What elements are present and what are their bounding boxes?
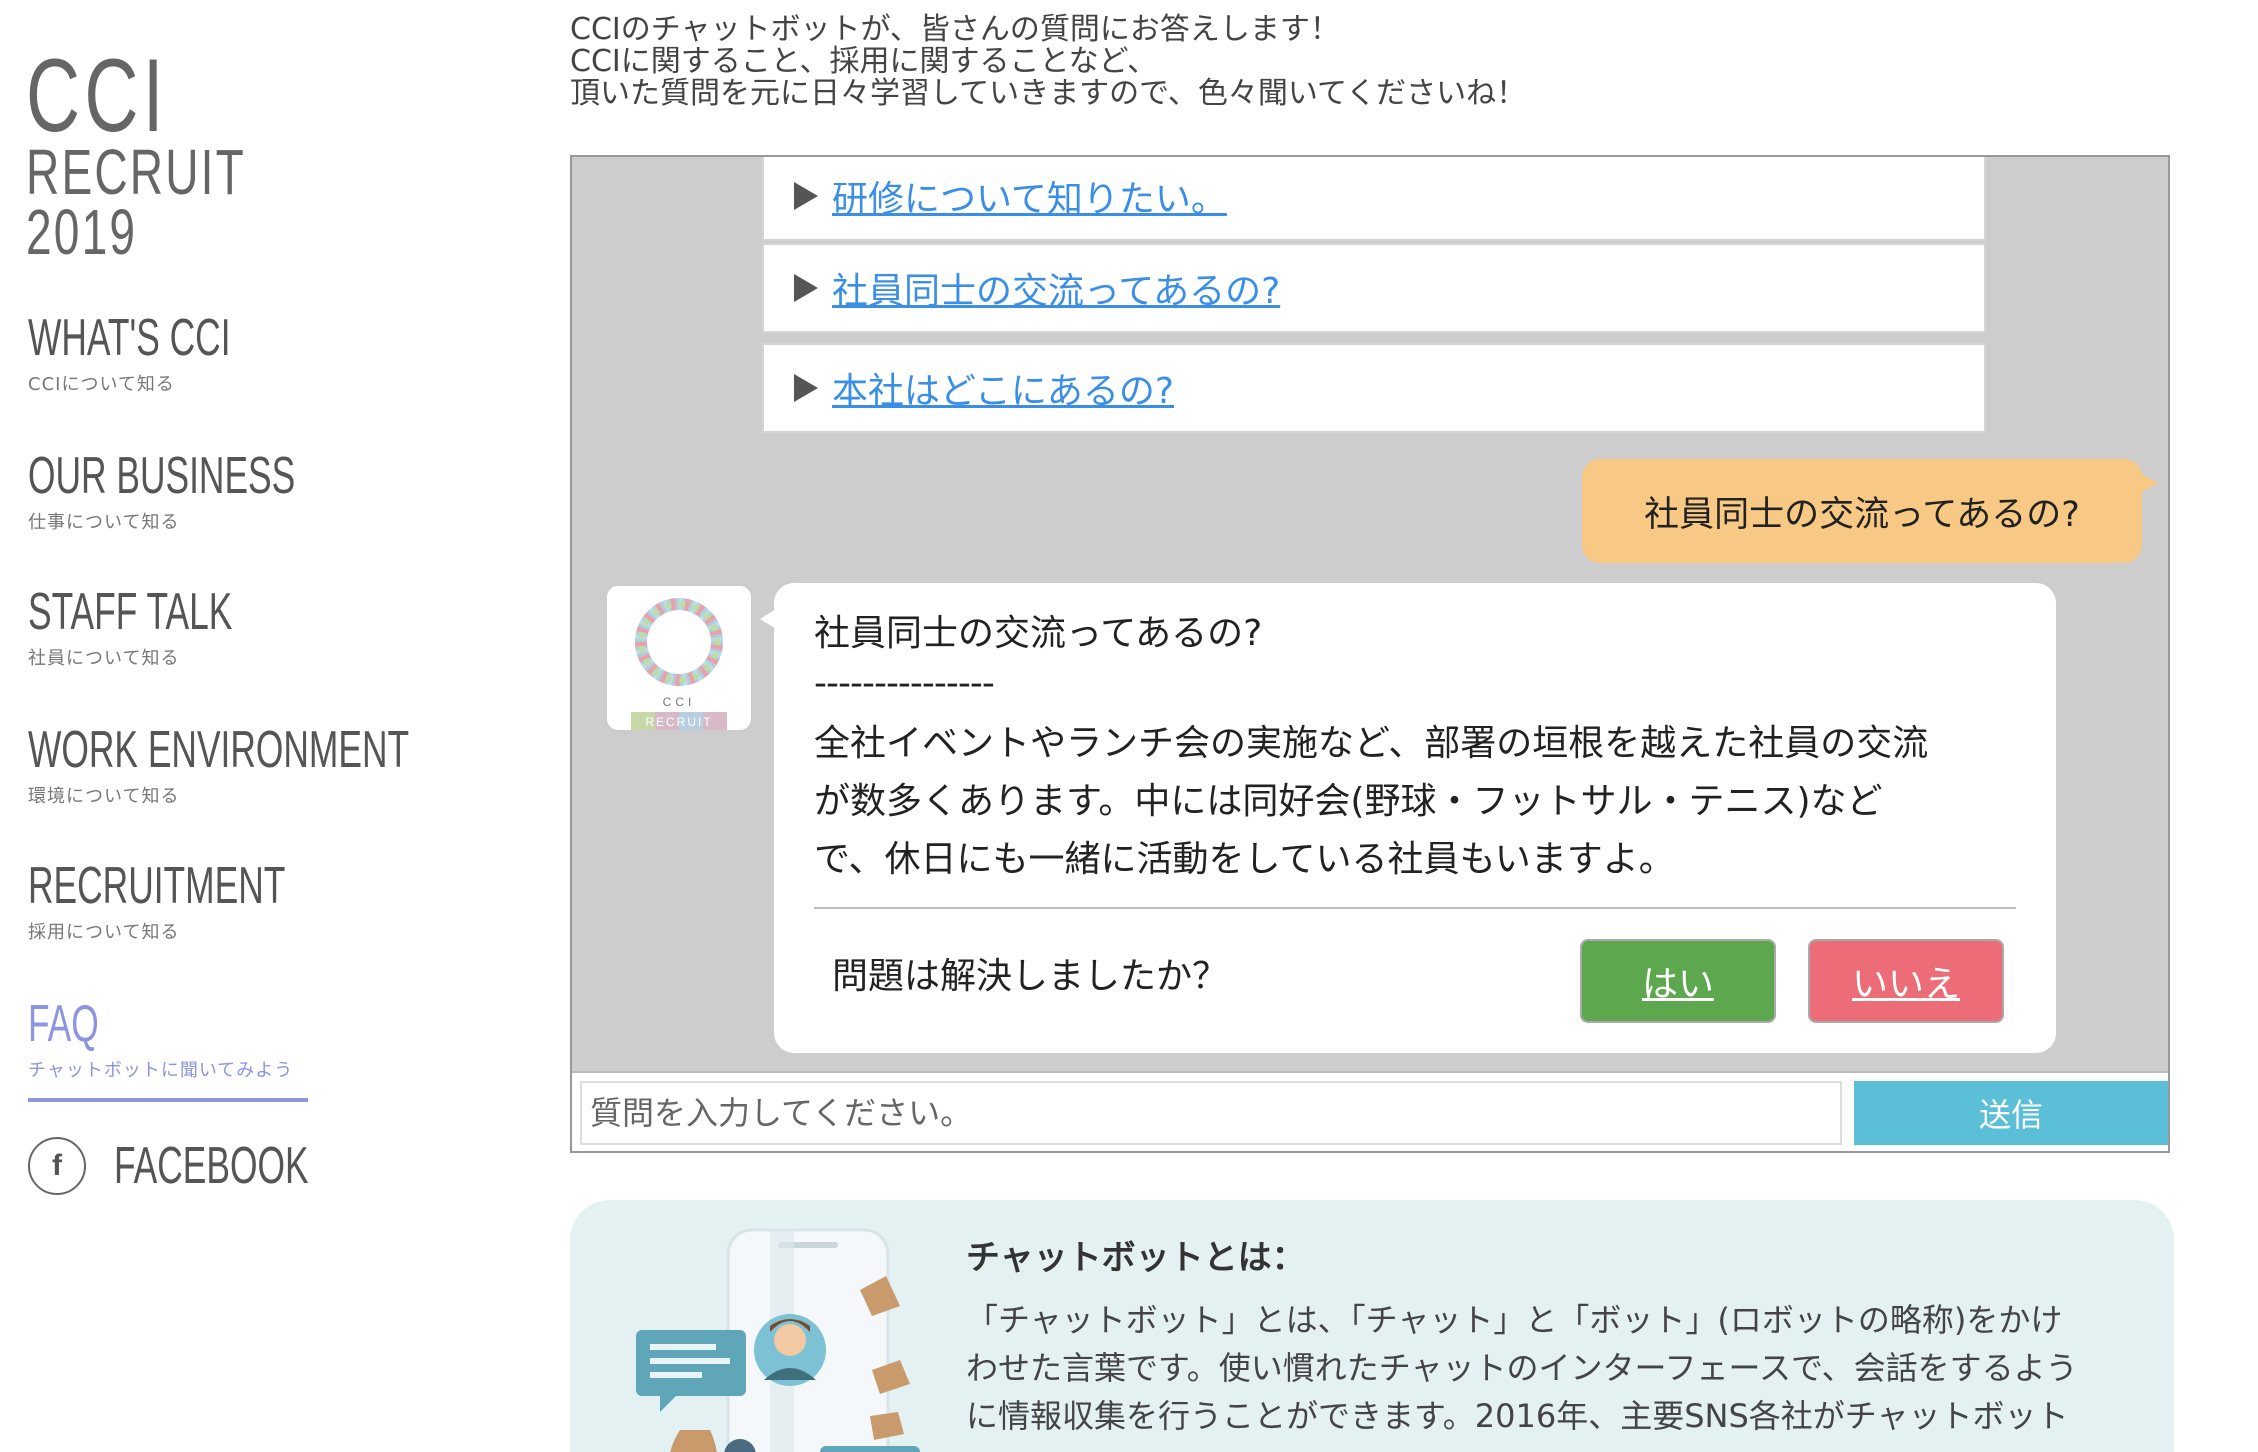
bot-separator: --------------- (814, 663, 995, 704)
facebook-icon: f (28, 1137, 86, 1195)
nav-subtitle: 環境について知る (28, 786, 180, 807)
bot-message-bubble: 社員同士の交流ってあるの? --------------- 全社イベントやランチ… (760, 583, 2056, 1053)
info-body: 「チャットボット」とは、「チャット」と「ボット」(ロボットの略称)をかけ わせた… (966, 1296, 2116, 1440)
user-message-bubble: 社員同士の交流ってあるの? (1582, 459, 2158, 563)
nav-item-work-environment[interactable]: WORK ENVIRONMENT 環境について知る (28, 722, 588, 808)
nav-item-whats-cci[interactable]: WHAT'S CCI CCIについて知る (28, 310, 326, 396)
bot-answer-line: 全社イベントやランチ会の実施など、部署の垣根を越えた社員の交流 (814, 723, 1929, 764)
nav-item-staff-talk[interactable]: STAFF TALK 社員について知る (28, 584, 329, 670)
nav-title: RECRUITMENT (28, 857, 286, 915)
yes-button[interactable]: はい (1580, 939, 1776, 1023)
nav-title: FAQ (28, 995, 99, 1053)
avatar-brand-text: CCI (663, 695, 696, 709)
bot-answer: 全社イベントやランチ会の実施など、部署の垣根を越えた社員の交流 が数多くあります… (814, 715, 2016, 889)
intro-line: 頂いた質問を元に日々学習していきますので、色々聞いてくださいね！ (570, 76, 1527, 111)
bubble-divider (814, 907, 2016, 909)
no-button[interactable]: いいえ (1808, 939, 2004, 1023)
triangle-right-icon (794, 274, 818, 302)
intro-line: CCIに関すること、採用に関することなど、 (570, 44, 1158, 79)
info-body-line: に情報収集を行うことができます。2016年、主要SNS各社がチャットボット (966, 1397, 2069, 1435)
question-input[interactable] (580, 1081, 1842, 1145)
nav-title: OUR BUSINESS (28, 447, 296, 505)
nav-subtitle: CCIについて知る (28, 374, 175, 395)
bot-answer-line: で、休日にも一緒に活動をしている社員もいますよ。 (814, 839, 1675, 880)
chat-window[interactable]: 研修について知りたい。 社員同士の交流ってあるの? 本社はどこにあるの? 社員同… (570, 155, 2170, 1153)
facebook-link[interactable]: f FACEBOOK (28, 1136, 400, 1196)
nav-item-recruitment[interactable]: RECRUITMENT 採用について知る (28, 858, 406, 944)
suggestion-link[interactable]: 社員同士の交流ってあるの? (832, 262, 1280, 314)
suggestion-training[interactable]: 研修について知りたい。 (762, 157, 1986, 241)
bot-echo-question: 社員同士の交流ってあるの? (814, 613, 1263, 654)
suggestion-link[interactable]: 研修について知りたい。 (832, 170, 1227, 222)
nav-subtitle: 採用について知る (28, 922, 180, 943)
bot-avatar: CCI RECRUIT (604, 583, 754, 733)
facebook-label: FACEBOOK (114, 1137, 309, 1195)
nav-subtitle: 社員について知る (28, 648, 180, 669)
intro-line: CCIのチャットボットが、皆さんの質問にお答えします！ (570, 12, 1340, 47)
nav-item-faq[interactable]: FAQ チャットボットに聞いてみよう (28, 995, 308, 1102)
avatar-ribbon-text: RECRUIT (645, 715, 712, 729)
info-title: チャットボットとは： (966, 1238, 1306, 1278)
logo-line-year: 2019 (26, 196, 138, 268)
suggestion-link[interactable]: 本社はどこにあるの? (832, 362, 1174, 414)
intro-text: CCIのチャットボットが、皆さんの質問にお答えします！ CCIに関すること、採用… (570, 14, 1526, 110)
info-body-line: わせた言葉です。使い慣れたチャットのインターフェースで、会話をするよう (966, 1349, 2078, 1387)
send-button[interactable]: 送信 (1854, 1081, 2168, 1145)
nav-subtitle: チャットボットに聞いてみよう (28, 1060, 294, 1081)
sidebar: CCI RECRUIT 2019 WHAT'S CCI CCIについて知る OU… (0, 0, 520, 1452)
site-logo[interactable]: CCI RECRUIT 2019 (26, 38, 331, 268)
suggestion-employee-exchange[interactable]: 社員同士の交流ってあるの? (762, 243, 1986, 333)
chat-input-bar: 送信 (572, 1071, 2168, 1151)
triangle-right-icon (794, 182, 818, 210)
chatbot-illustration-icon (636, 1228, 920, 1452)
chatbot-info-panel: チャットボットとは： 「チャットボット」とは、「チャット」と「ボット」(ロボット… (570, 1200, 2174, 1452)
cci-ring-logo-icon: CCI RECRUIT (631, 598, 727, 730)
logo-line-recruit: RECRUIT (26, 136, 246, 208)
nav-title: WORK ENVIRONMENT (28, 721, 410, 779)
logo-line-cci: CCI (26, 38, 168, 154)
nav-item-our-business[interactable]: OUR BUSINESS 仕事について知る (28, 448, 421, 534)
resolved-question: 問題は解決しましたか？ (832, 956, 1229, 997)
info-body-line: 「チャットボット」とは、「チャット」と「ボット」(ロボットの略称)をかけ (966, 1301, 2063, 1339)
nav-title: WHAT'S CCI (28, 309, 231, 367)
triangle-right-icon (794, 374, 818, 402)
nav-subtitle: 仕事について知る (28, 512, 180, 533)
suggestion-headquarters[interactable]: 本社はどこにあるの? (762, 343, 1986, 433)
nav-title: STAFF TALK (28, 583, 233, 641)
bot-answer-line: が数多くあります。中には同好会(野球・フットサル・テニス)など (814, 781, 1883, 822)
active-nav-underline (28, 1098, 308, 1102)
